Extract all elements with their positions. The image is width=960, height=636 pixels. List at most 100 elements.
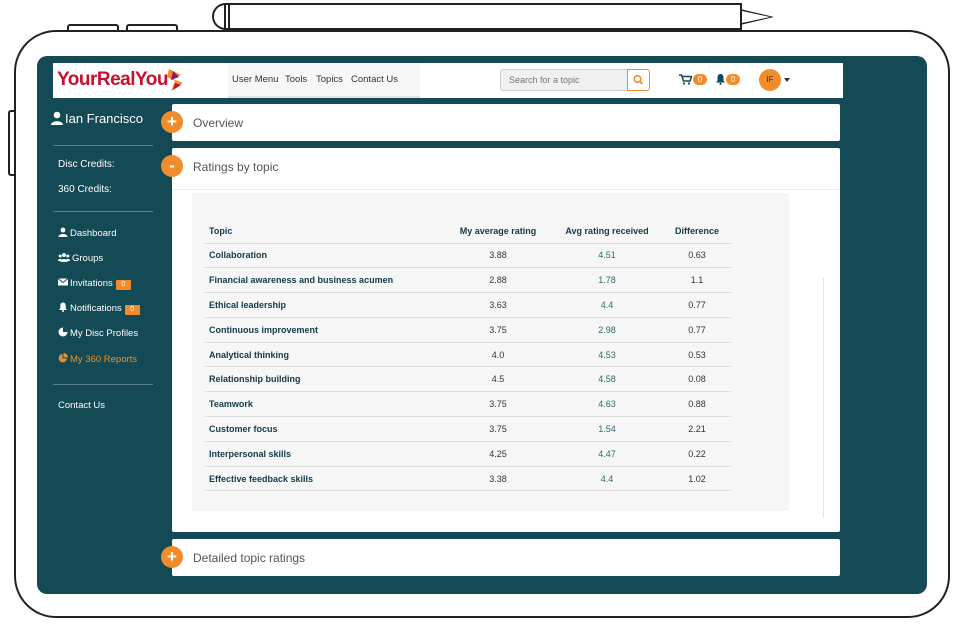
cell-my-average: 4.5	[445, 366, 551, 393]
cell-difference: 2.21	[663, 416, 731, 442]
cell-my-average: 4.0	[445, 342, 551, 368]
search-icon	[633, 74, 644, 85]
bell-icon[interactable]	[715, 73, 726, 85]
table-row: Customer focus 3.75 1.54 2.21	[205, 416, 731, 442]
overview-panel[interactable]: Overview	[172, 104, 840, 141]
sidebar-item-label: My Disc Profiles	[70, 328, 139, 339]
cell-topic: Analytical thinking	[205, 342, 445, 368]
sidebar-divider	[53, 384, 153, 385]
search-input[interactable]	[500, 69, 628, 91]
stage: YourRealYou User Menu Tools Topics Conta…	[0, 0, 960, 636]
cell-avg-received: 2.98	[551, 317, 663, 343]
overview-expand-button[interactable]: +	[161, 111, 183, 133]
table-row: Continuous improvement 3.75 2.98 0.77	[205, 317, 731, 343]
sidebar-item-disc-profiles[interactable]: My Disc Profiles	[58, 327, 138, 341]
nav-tools[interactable]: Tools	[285, 74, 307, 85]
cell-topic: Continuous improvement	[205, 317, 445, 343]
scrollbar-track[interactable]	[823, 278, 824, 518]
table-row: Financial awareness and business acumen 2…	[205, 267, 731, 294]
sidebar-item-notifications[interactable]: Notifications 0	[58, 302, 140, 316]
cell-my-average: 2.88	[445, 267, 551, 294]
ratings-title[interactable]: Ratings by topic	[193, 160, 278, 174]
brand-name-you: You	[135, 69, 168, 90]
cell-topic: Collaboration	[205, 243, 445, 269]
bell-icon	[59, 302, 67, 312]
notifications-badge: 0	[124, 305, 140, 315]
ratings-table: Topic My average rating Avg rating recei…	[205, 220, 731, 492]
sidebar-item-label: Dashboard	[70, 228, 117, 239]
table-row: Interpersonal skills 4.25 4.47 0.22	[205, 441, 731, 467]
header-difference: Difference	[663, 220, 731, 244]
cell-topic: Relationship building	[205, 366, 445, 393]
cell-my-average: 3.63	[445, 292, 551, 318]
ratings-collapse-button[interactable]: -	[161, 155, 183, 177]
invitations-badge: 0	[115, 280, 131, 290]
brand-logo[interactable]: YourRealYou	[57, 69, 168, 91]
sidebar-item-invitations[interactable]: Invitations 0	[58, 277, 131, 291]
credits-360-label: 360 Credits:	[58, 184, 112, 195]
cell-difference: 0.22	[663, 441, 731, 467]
user-name: Ian Francisco	[65, 111, 144, 126]
detailed-expand-button[interactable]: +	[161, 546, 183, 568]
envelope-icon	[58, 278, 68, 286]
user-avatar[interactable]: IF	[759, 69, 781, 91]
top-navbar: YourRealYou User Menu Tools Topics Conta…	[53, 63, 843, 98]
cell-avg-received: 4.4	[551, 292, 663, 318]
header-topic: Topic	[205, 220, 445, 244]
header-avg-rating-received: Avg rating received	[551, 220, 663, 244]
nav-user-menu[interactable]: User Menu	[232, 74, 278, 85]
chevron-down-icon[interactable]	[784, 78, 790, 82]
cell-difference: 1.02	[663, 466, 731, 492]
table-row: Analytical thinking 4.0 4.53 0.53	[205, 342, 731, 368]
cell-difference: 1.1	[663, 267, 731, 294]
cell-difference: 0.77	[663, 292, 731, 318]
nav-contact-us[interactable]: Contact Us	[351, 74, 398, 85]
cell-my-average: 4.25	[445, 441, 551, 467]
table-header-row: Topic My average rating Avg rating recei…	[205, 220, 731, 244]
sidebar-item-contact-us[interactable]: Contact Us	[58, 400, 105, 414]
sidebar-item-label: Invitations	[70, 278, 113, 289]
panel-divider	[172, 189, 840, 190]
stylus-pencil	[212, 3, 742, 30]
sidebar-divider	[53, 145, 153, 146]
cell-avg-received: 1.54	[551, 416, 663, 442]
stylus-band	[224, 3, 230, 30]
cell-topic: Effective feedback skills	[205, 466, 445, 492]
table-row: Teamwork 3.75 4.63 0.88	[205, 391, 731, 418]
search-button[interactable]	[627, 69, 650, 91]
stylus-tip-inner	[742, 11, 770, 23]
cell-difference: 0.63	[663, 243, 731, 269]
cell-avg-received: 4.53	[551, 342, 663, 368]
cell-my-average: 3.88	[445, 243, 551, 269]
brand-name: YourReal	[57, 69, 136, 90]
sidebar-item-dashboard[interactable]: Dashboard	[58, 227, 116, 241]
sidebar-item-label: My 360 Reports	[70, 354, 138, 365]
sidebar-divider	[53, 211, 153, 212]
cart-count-badge: 0	[693, 74, 707, 85]
cell-my-average: 3.38	[445, 466, 551, 492]
nav-topics[interactable]: Topics	[316, 74, 343, 85]
cell-topic: Ethical leadership	[205, 292, 445, 318]
table-row: Effective feedback skills 3.38 4.4 1.02	[205, 466, 731, 492]
detailed-panel[interactable]: Detailed topic ratings	[172, 539, 840, 576]
chart-pie-icon	[58, 353, 68, 363]
user-icon	[58, 227, 68, 237]
disc-credits-label: Disc Credits:	[58, 159, 115, 170]
ratings-table-body: Collaboration 3.88 4.51 0.63 Financial aware…	[205, 243, 731, 492]
sidebar-item-360-reports[interactable]: My 360 Reports	[58, 353, 137, 367]
cell-topic: Interpersonal skills	[205, 441, 445, 467]
cell-difference: 0.77	[663, 317, 731, 343]
ratings-panel: Ratings by topic Topic My average rating…	[172, 148, 840, 532]
brand-mark-icon	[167, 69, 183, 91]
pie-icon	[58, 327, 68, 337]
cell-avg-received: 4.4	[551, 466, 663, 492]
nav-links: User Menu Tools Topics Contact Us	[228, 63, 420, 98]
overview-title: Overview	[193, 116, 244, 130]
sidebar-item-groups[interactable]: Groups	[58, 252, 103, 266]
cell-avg-received: 1.78	[551, 267, 663, 294]
cell-difference: 0.08	[663, 366, 731, 393]
table-row: Ethical leadership 3.63 4.4 0.77	[205, 292, 731, 318]
cell-difference: 0.53	[663, 342, 731, 368]
cart-icon[interactable]	[679, 74, 692, 85]
table-row: Collaboration 3.88 4.51 0.63	[205, 243, 731, 269]
